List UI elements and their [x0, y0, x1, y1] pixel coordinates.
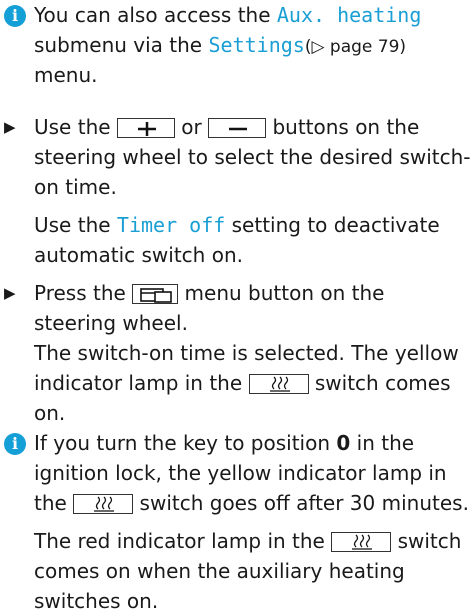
aux-heating-label: Aux. heating: [276, 3, 422, 27]
settings-label: Settings: [208, 33, 305, 57]
heater-icon: [248, 374, 309, 394]
heater-icon: [73, 494, 134, 514]
info-icon: i: [4, 433, 26, 455]
page-reference: (▷ page 79): [304, 37, 407, 57]
menu-button-icon: [132, 284, 179, 304]
heater-icon: [331, 532, 392, 552]
bullet-icon: ▶: [4, 118, 16, 136]
bullet-icon: ▶: [4, 284, 16, 302]
key-position: 0: [336, 431, 351, 455]
info-icon: i: [4, 5, 26, 27]
note1-line1: You can also access the Aux. heating: [34, 3, 422, 27]
minus-icon: [208, 118, 267, 138]
plus-icon: [116, 118, 175, 138]
note1-line2: submenu via the Settings(▷ page 79): [34, 33, 407, 57]
timer-off-label: Timer off: [116, 213, 226, 237]
